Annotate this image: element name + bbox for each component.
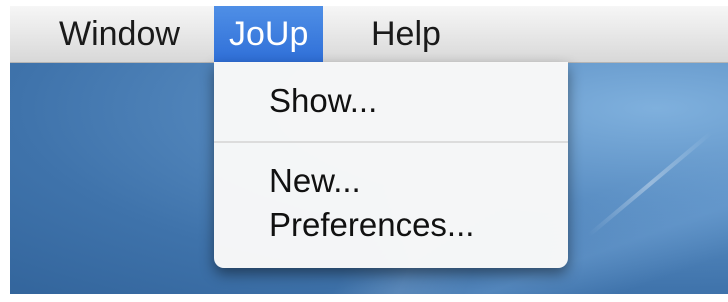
menubar-item-help[interactable]: Help bbox=[356, 6, 456, 62]
screen: Window JoUp Help Show... New... Preferen… bbox=[0, 0, 728, 302]
menu-separator bbox=[214, 141, 568, 143]
joup-dropdown-menu: Show... New... Preferences... bbox=[214, 62, 568, 268]
menubar-item-joup[interactable]: JoUp bbox=[214, 6, 324, 62]
menu-item-show[interactable]: Show... bbox=[214, 78, 568, 124]
menu-bar: Window JoUp Help bbox=[10, 6, 728, 63]
desktop-light-streak bbox=[587, 131, 713, 237]
menu-item-new[interactable]: New... bbox=[214, 158, 568, 204]
menu-item-preferences[interactable]: Preferences... bbox=[214, 202, 568, 248]
menubar-item-window[interactable]: Window bbox=[44, 6, 195, 62]
